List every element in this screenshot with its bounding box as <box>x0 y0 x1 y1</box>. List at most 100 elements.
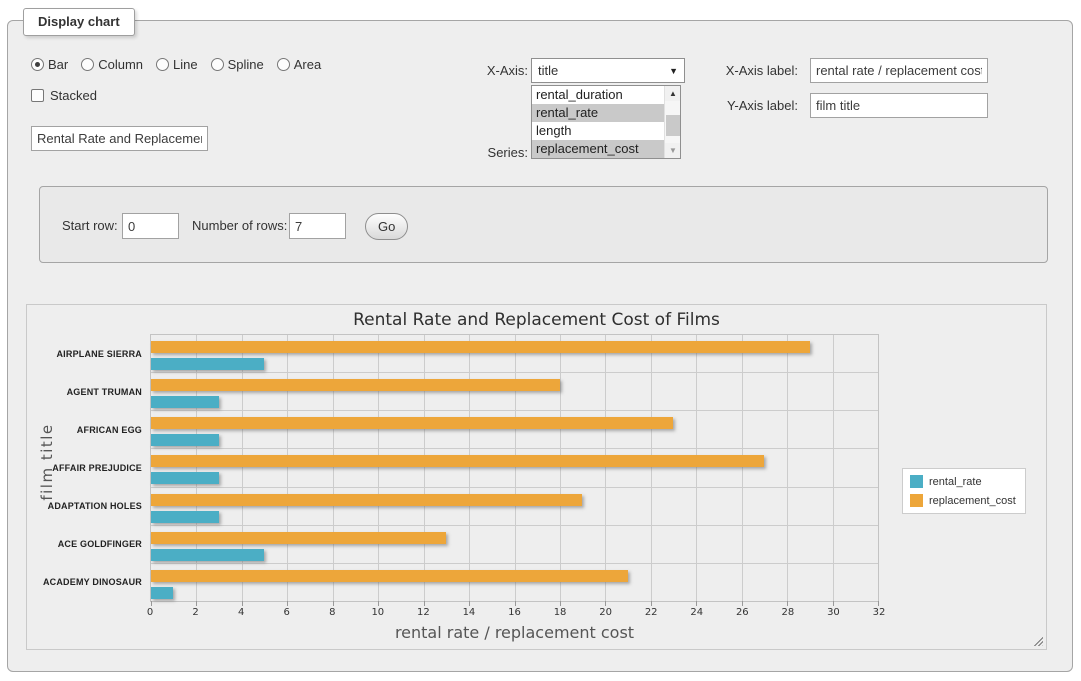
tick-mark <box>287 601 288 606</box>
x-tick-label: 14 <box>463 607 476 618</box>
x-tick-label: 22 <box>645 607 658 618</box>
bar-replacement_cost <box>151 417 673 429</box>
x-tick-label: 30 <box>827 607 840 618</box>
scrollbar-thumb[interactable] <box>666 115 680 136</box>
category-label: AIRPLANE SIERRA <box>56 349 142 359</box>
x-axis-label-input[interactable] <box>810 58 988 83</box>
category-row: AIRPLANE SIERRA <box>151 335 878 373</box>
x-tick-label: 6 <box>284 607 290 618</box>
tick-mark <box>742 601 743 606</box>
tick-mark <box>378 601 379 606</box>
tick-mark <box>424 601 425 606</box>
legend-label: replacement_cost <box>929 495 1016 507</box>
category-row: AFRICAN EGG <box>151 411 878 449</box>
legend-label: rental_rate <box>929 476 982 488</box>
chart-legend: rental_rate replacement_cost <box>902 468 1026 514</box>
radio-bar-label: Bar <box>48 57 68 72</box>
radio-button-icon <box>211 58 224 71</box>
legend-swatch-icon <box>910 475 923 488</box>
category-rows: AIRPLANE SIERRAAGENT TRUMANAFRICAN EGGAF… <box>151 335 878 601</box>
radio-bar[interactable]: Bar <box>31 57 68 72</box>
series-listbox: rental_duration rental_rate length repla… <box>531 85 681 159</box>
x-axis-title: rental rate / replacement cost <box>150 623 879 642</box>
row-range-panel: Start row: Number of rows: Go <box>39 186 1048 263</box>
legend-item-rental_rate[interactable]: rental_rate <box>910 475 1016 488</box>
category-label: AFFAIR PREJUDICE <box>52 463 142 473</box>
tick-mark <box>651 601 652 606</box>
bar-replacement_cost <box>151 532 446 544</box>
x-tick-label: 0 <box>147 607 153 618</box>
radio-button-icon <box>31 58 44 71</box>
bar-replacement_cost <box>151 341 810 353</box>
x-axis-selected-value: title <box>538 63 558 78</box>
chart-title-input[interactable] <box>31 126 208 151</box>
bar-replacement_cost <box>151 494 582 506</box>
x-tick-label: 28 <box>782 607 795 618</box>
bar-rental_rate <box>151 472 219 484</box>
fieldset-legend: Display chart <box>23 8 135 36</box>
tick-mark <box>196 601 197 606</box>
bar-rental_rate <box>151 396 219 408</box>
x-tick-label: 16 <box>508 607 521 618</box>
tick-mark <box>696 601 697 606</box>
x-tick-label: 10 <box>371 607 384 618</box>
tick-mark <box>878 601 879 606</box>
series-list-label: Series: <box>448 145 528 160</box>
bar-rental_rate <box>151 549 264 561</box>
legend-swatch-icon <box>910 494 923 507</box>
category-label: ACE GOLDFINGER <box>58 539 142 549</box>
display-chart-fieldset: Display chart Bar Column Line Spline Are… <box>7 20 1073 672</box>
legend-item-replacement_cost[interactable]: replacement_cost <box>910 494 1016 507</box>
tick-mark <box>333 601 334 606</box>
y-axis-title: film title <box>38 423 56 500</box>
category-row: AGENT TRUMAN <box>151 373 878 411</box>
category-row: ACADEMY DINOSAUR <box>151 564 878 601</box>
go-button[interactable]: Go <box>365 213 408 240</box>
category-row: ACE GOLDFINGER <box>151 526 878 564</box>
number-of-rows-input[interactable] <box>289 213 346 239</box>
stacked-label: Stacked <box>50 88 97 103</box>
x-tick-label: 2 <box>192 607 198 618</box>
y-axis-label-input[interactable] <box>810 93 988 118</box>
tick-mark <box>515 601 516 606</box>
number-of-rows-label: Number of rows: <box>192 218 287 233</box>
tick-mark <box>833 601 834 606</box>
series-option-replacement-cost[interactable]: replacement_cost <box>532 140 680 158</box>
radio-line[interactable]: Line <box>156 57 198 72</box>
y-axis-label-label: Y-Axis label: <box>658 98 798 113</box>
radio-spline[interactable]: Spline <box>211 57 264 72</box>
listbox-scrollbar[interactable]: ▲ ▼ <box>664 86 680 158</box>
radio-column[interactable]: Column <box>81 57 143 72</box>
x-tick-label: 12 <box>417 607 430 618</box>
x-tick-label: 8 <box>329 607 335 618</box>
series-option-length[interactable]: length <box>532 122 680 140</box>
x-axis-ticks: 02468101214161820222426283032 <box>150 607 879 620</box>
tick-mark <box>605 601 606 606</box>
tick-mark <box>151 601 152 606</box>
plot-area: AIRPLANE SIERRAAGENT TRUMANAFRICAN EGGAF… <box>150 334 879 602</box>
x-tick-label: 20 <box>599 607 612 618</box>
x-tick-label: 4 <box>238 607 244 618</box>
radio-button-icon <box>277 58 290 71</box>
category-label: ACADEMY DINOSAUR <box>43 577 142 587</box>
resize-handle-icon[interactable] <box>1032 635 1043 646</box>
radio-spline-label: Spline <box>228 57 264 72</box>
scroll-down-icon[interactable]: ▼ <box>665 143 681 158</box>
radio-button-icon <box>156 58 169 71</box>
radio-button-icon <box>81 58 94 71</box>
category-row: AFFAIR PREJUDICE <box>151 449 878 487</box>
category-row: ADAPTATION HOLES <box>151 488 878 526</box>
radio-area[interactable]: Area <box>277 57 321 72</box>
tick-mark <box>560 601 561 606</box>
x-axis-label-label: X-Axis label: <box>658 63 798 78</box>
bar-rental_rate <box>151 434 219 446</box>
start-row-input[interactable] <box>122 213 179 239</box>
start-row-label: Start row: <box>62 218 118 233</box>
stacked-checkbox-row[interactable]: Stacked <box>31 88 97 103</box>
chart-type-radio-group: Bar Column Line Spline Area <box>31 57 321 72</box>
x-tick-label: 24 <box>690 607 703 618</box>
x-tick-label: 18 <box>554 607 567 618</box>
tick-mark <box>242 601 243 606</box>
chart-container: Rental Rate and Replacement Cost of Film… <box>26 304 1047 650</box>
bar-rental_rate <box>151 358 264 370</box>
